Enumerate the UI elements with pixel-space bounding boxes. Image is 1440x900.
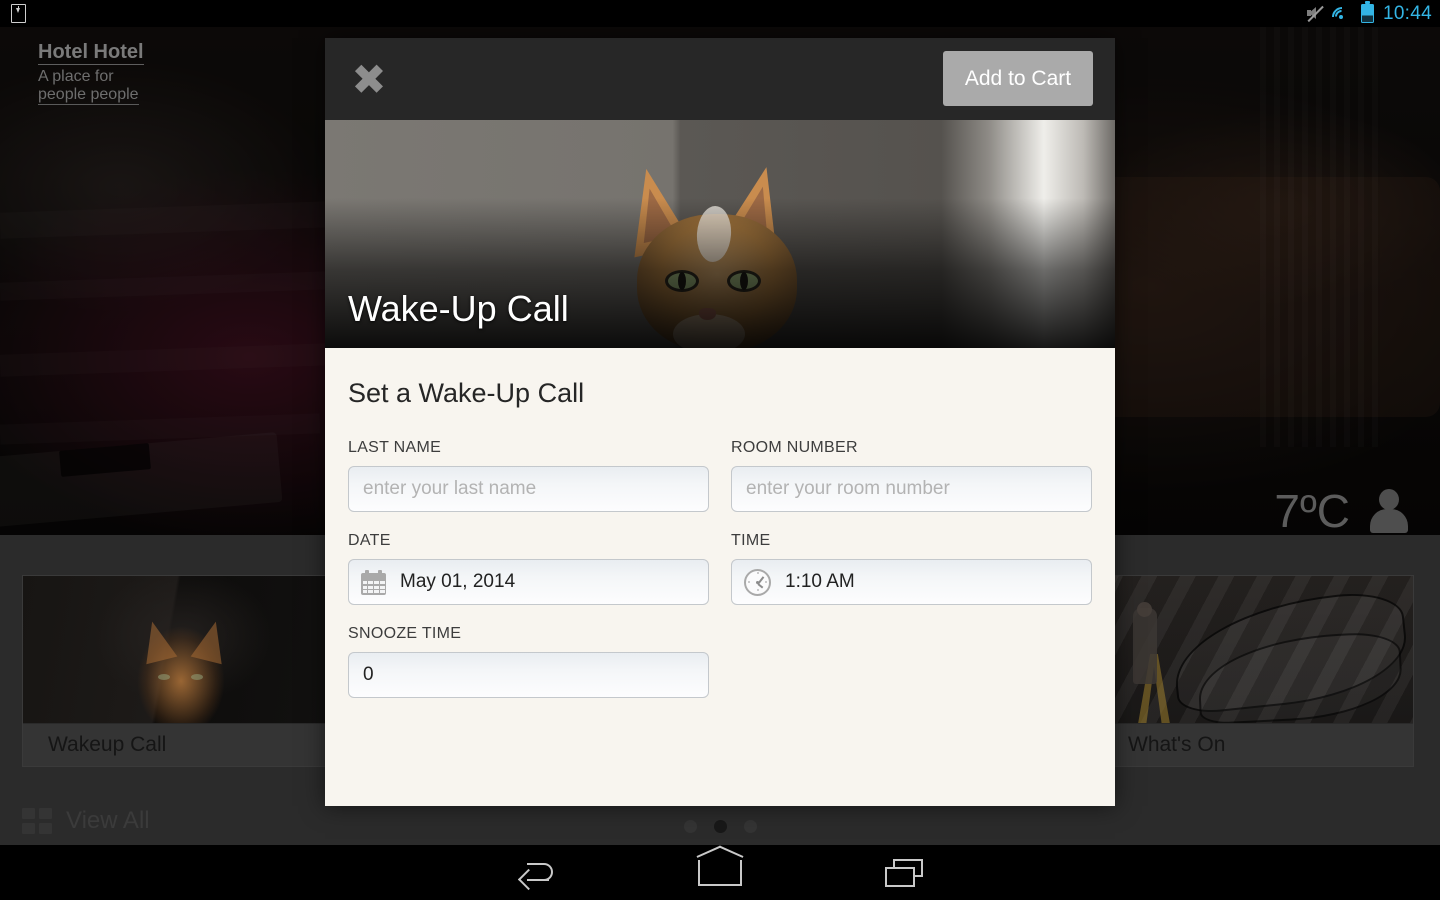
field-room-number: ROOM NUMBER enter your room number bbox=[731, 439, 1092, 512]
room-number-label: ROOM NUMBER bbox=[731, 439, 858, 456]
card-whats-on[interactable]: What's On bbox=[1102, 575, 1414, 767]
form-row-2: DATE May 01, 2014 TIME 1:10 AM bbox=[348, 532, 1093, 605]
clock-icon bbox=[744, 568, 771, 596]
weather-block: 7ºC bbox=[1274, 485, 1410, 535]
card-title: What's On bbox=[1103, 724, 1413, 766]
field-time: TIME 1:10 AM bbox=[731, 532, 1092, 605]
page-dot-2[interactable] bbox=[713, 820, 727, 833]
brand-subtitle-line2: people people bbox=[38, 86, 139, 105]
wifi-icon bbox=[1327, 2, 1357, 32]
form-title: Set a Wake-Up Call bbox=[348, 378, 585, 408]
time-input[interactable]: 1:10 AM bbox=[731, 559, 1092, 605]
time-label: TIME bbox=[731, 532, 771, 549]
card-title: Wakeup Call bbox=[23, 724, 333, 766]
page-dot-1[interactable] bbox=[683, 820, 697, 833]
home-icon[interactable] bbox=[660, 845, 780, 900]
notification-icon bbox=[11, 4, 29, 23]
status-bar: 10:44 bbox=[0, 0, 1440, 32]
modal-hero-title: Wake-Up Call bbox=[348, 288, 569, 329]
status-bar-indicators: 10:44 bbox=[1306, 0, 1432, 32]
page-indicator[interactable] bbox=[0, 820, 1440, 833]
close-icon[interactable]: ✖ bbox=[345, 56, 393, 104]
card-thumbnail bbox=[23, 576, 333, 723]
snooze-time-input[interactable]: 0 bbox=[348, 652, 709, 698]
status-bar-clock: 10:44 bbox=[1382, 3, 1432, 24]
date-label: DATE bbox=[348, 532, 391, 549]
android-nav-bar bbox=[0, 845, 1440, 900]
calendar-icon bbox=[361, 569, 386, 595]
person-icon[interactable] bbox=[1368, 487, 1410, 535]
card-thumbnail bbox=[1103, 576, 1413, 723]
room-number-input[interactable]: enter your room number bbox=[731, 466, 1092, 512]
date-value: May 01, 2014 bbox=[400, 571, 516, 592]
field-date: DATE May 01, 2014 bbox=[348, 532, 709, 605]
device-screen: 10:44 Hotel Hotel A place for people peo… bbox=[0, 0, 1440, 900]
modal-hero-image: Wake-Up Call bbox=[325, 120, 1115, 348]
temperature-label: 7ºC bbox=[1274, 485, 1350, 535]
wake-up-call-modal: ✖ Add to Cart Wake-Up Call Set a Wake-Up… bbox=[325, 38, 1115, 806]
add-to-cart-button[interactable]: Add to Cart bbox=[943, 51, 1093, 106]
field-last-name: LAST NAME enter your last name bbox=[348, 439, 709, 512]
brand-subtitle-line1: A place for bbox=[38, 68, 114, 85]
form-row-1: LAST NAME enter your last name ROOM NUMB… bbox=[348, 439, 1093, 512]
modal-header: ✖ Add to Cart bbox=[325, 38, 1115, 120]
brand-block: Hotel Hotel A place for people people bbox=[38, 41, 144, 105]
recent-apps-icon[interactable] bbox=[844, 845, 964, 900]
brand-title: Hotel Hotel bbox=[38, 41, 144, 65]
card-wakeup-call[interactable]: Wakeup Call bbox=[22, 575, 334, 767]
field-snooze-time: SNOOZE TIME 0 bbox=[348, 625, 709, 698]
date-input[interactable]: May 01, 2014 bbox=[348, 559, 709, 605]
snooze-time-label: SNOOZE TIME bbox=[348, 625, 462, 642]
last-name-input[interactable]: enter your last name bbox=[348, 466, 709, 512]
time-value: 1:10 AM bbox=[785, 571, 855, 592]
back-icon[interactable] bbox=[478, 845, 598, 900]
form-row-3: SNOOZE TIME 0 bbox=[348, 625, 1093, 698]
page-dot-3[interactable] bbox=[743, 820, 757, 833]
last-name-label: LAST NAME bbox=[348, 439, 442, 456]
modal-form: Set a Wake-Up Call LAST NAME enter your … bbox=[325, 348, 1115, 806]
battery-icon bbox=[1360, 1, 1374, 23]
mute-icon bbox=[1306, 5, 1324, 22]
